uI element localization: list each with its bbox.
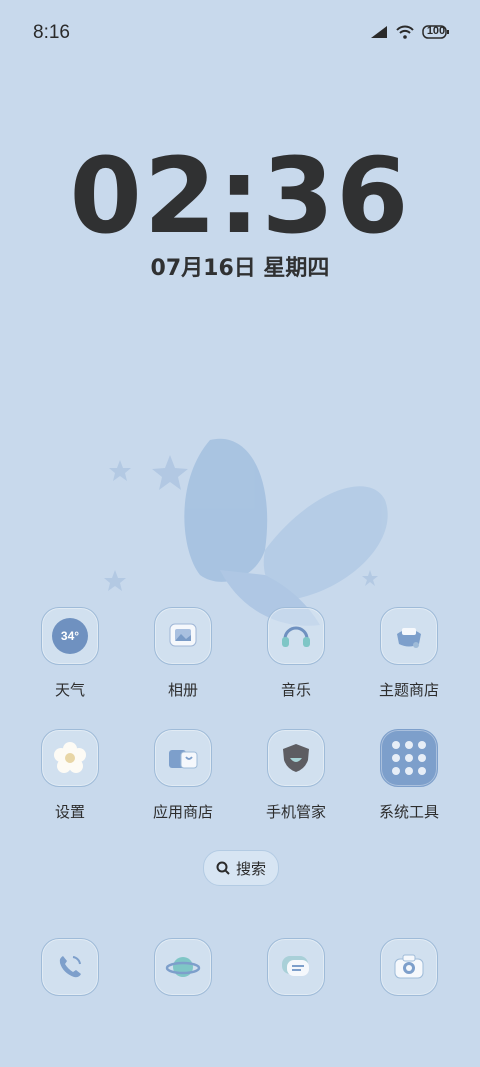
app-label: 设置 <box>54 804 85 821</box>
app-theme-store-icon-frame <box>380 607 438 665</box>
messages-icon <box>282 956 309 976</box>
app-phone-manager[interactable]: 手机管家 <box>241 729 351 822</box>
app-label: 主题商店 <box>378 682 439 699</box>
folder-grid-icon <box>392 741 426 775</box>
app-label: 天气 <box>54 682 85 699</box>
app-settings-icon-frame <box>41 729 99 787</box>
app-settings[interactable]: 设置 <box>15 729 125 822</box>
dock-browser[interactable] <box>128 938 238 996</box>
app-gallery[interactable]: 相册 <box>128 607 238 700</box>
dock-messages[interactable] <box>241 938 351 996</box>
app-app-store-icon-frame <box>154 729 212 787</box>
status-icons: 100 <box>370 24 450 40</box>
battery-icon: 100 <box>422 24 450 40</box>
app-label: 音乐 <box>280 682 311 699</box>
signal-icon <box>371 26 387 38</box>
wifi-icon <box>396 25 414 39</box>
dock-phone[interactable] <box>15 938 125 996</box>
app-label: 系统工具 <box>378 804 439 821</box>
app-theme-store[interactable]: 主题商店 <box>354 607 464 700</box>
app-label: 相册 <box>167 682 198 699</box>
clock-time: 02:36 <box>69 135 411 257</box>
app-store-icon <box>169 750 198 769</box>
app-music[interactable]: 音乐 <box>241 607 351 700</box>
status-time: 8:16 <box>33 22 70 43</box>
dock-phone-frame <box>41 938 99 996</box>
camera-icon <box>394 954 424 979</box>
battery-level: 100 <box>426 25 446 37</box>
phone-icon <box>59 956 81 978</box>
app-gallery-icon-frame <box>154 607 212 665</box>
app-weather[interactable]: 34° 天气 <box>15 607 125 700</box>
theme-store-icon <box>397 628 421 648</box>
music-icon <box>282 626 310 647</box>
app-weather-icon-frame: 34° <box>41 607 99 665</box>
clock-widget[interactable]: 02:36 07月16日 星期四 <box>0 140 480 282</box>
app-music-icon-frame <box>267 607 325 665</box>
app-app-store[interactable]: 应用商店 <box>128 729 238 822</box>
folder-system-tools[interactable]: 系统工具 <box>354 729 464 822</box>
search-button[interactable]: 搜索 <box>203 850 279 886</box>
app-phone-manager-icon-frame <box>267 729 325 787</box>
search-icon <box>216 861 230 875</box>
weather-temp: 34° <box>60 629 80 643</box>
dock-camera[interactable] <box>354 938 464 996</box>
phone-manager-icon <box>283 744 309 772</box>
system-tools-folder-icon <box>380 729 438 787</box>
gallery-icon <box>169 623 197 647</box>
search-label: 搜索 <box>235 860 266 878</box>
browser-icon <box>165 957 201 977</box>
status-bar: 8:16 100 <box>0 0 480 68</box>
weather-icon: 34° <box>52 618 88 654</box>
dock-browser-frame <box>154 938 212 996</box>
dock-messages-frame <box>267 938 325 996</box>
settings-icon <box>54 742 86 773</box>
dock-camera-frame <box>380 938 438 996</box>
app-label: 手机管家 <box>265 804 326 821</box>
app-label: 应用商店 <box>152 804 213 821</box>
